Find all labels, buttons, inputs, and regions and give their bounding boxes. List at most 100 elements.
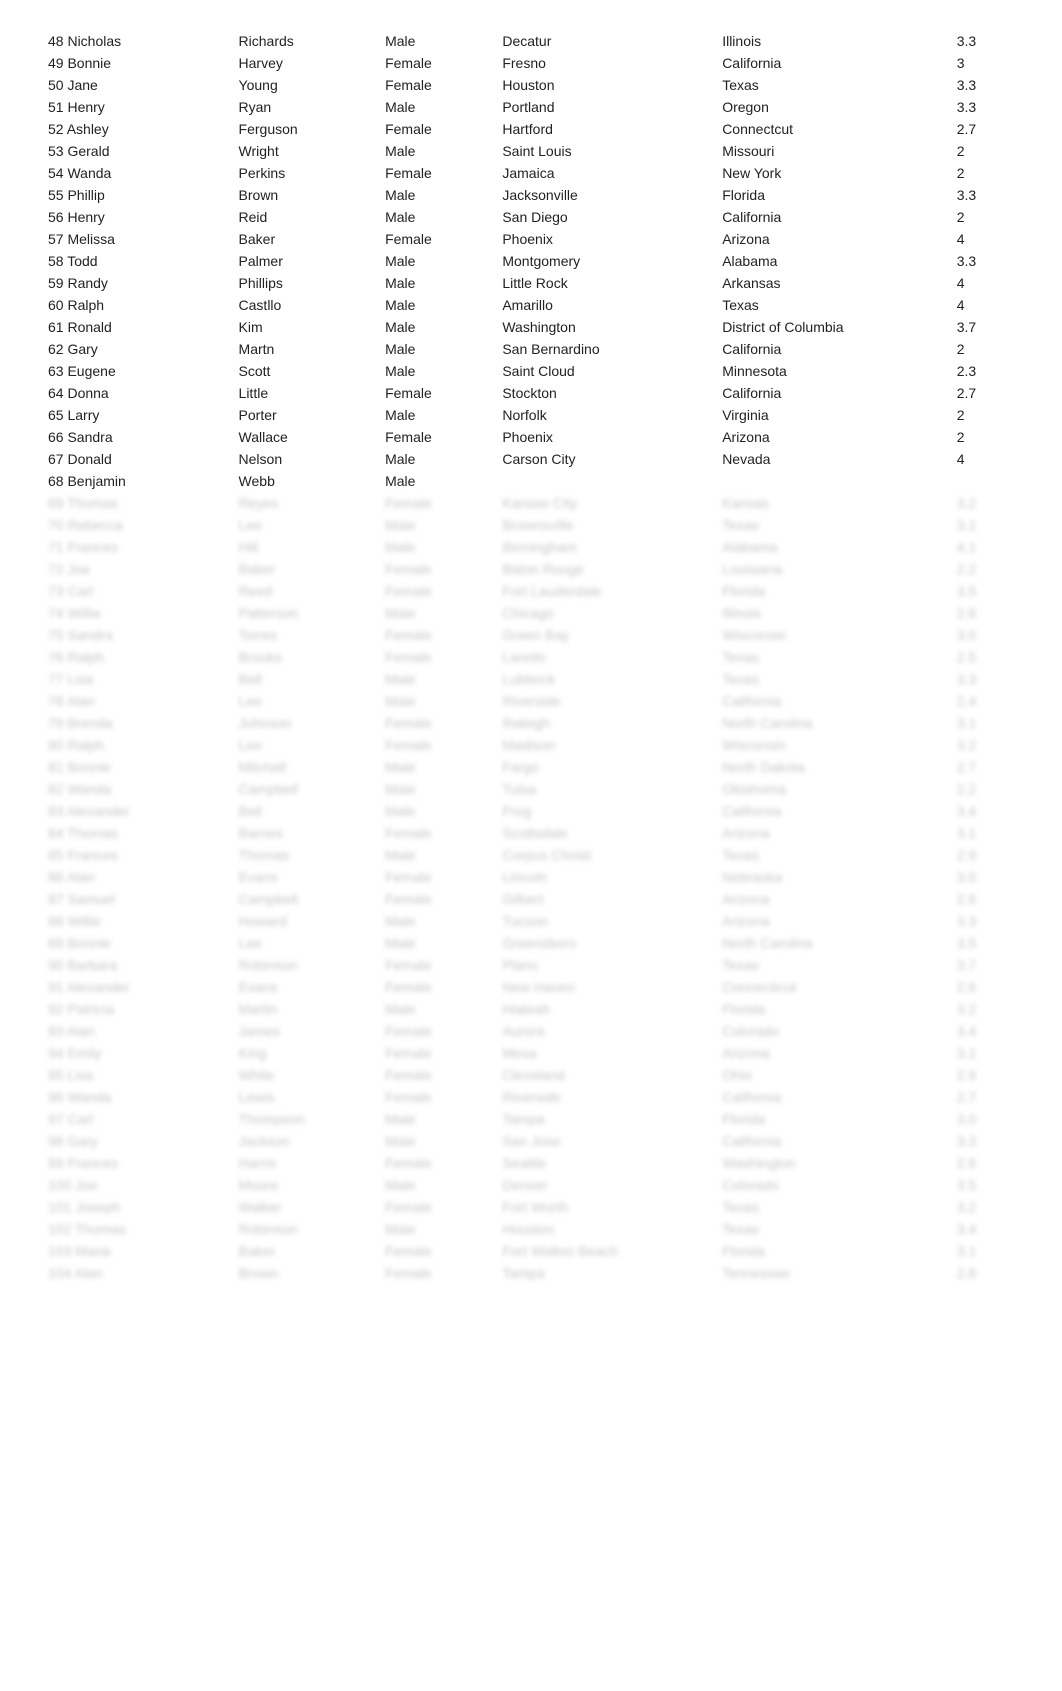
blurred-cell-25-0: 94 Emily bbox=[40, 1042, 231, 1064]
cell-16-4: California bbox=[714, 382, 949, 404]
blurred-cell-35-0: 104 Alan bbox=[40, 1262, 231, 1284]
blurred-cell-30-1: Harris bbox=[231, 1152, 378, 1174]
cell-7-3: Jacksonville bbox=[494, 184, 714, 206]
blurred-cell-14-2: Male bbox=[377, 800, 494, 822]
cell-11-2: Male bbox=[377, 272, 494, 294]
table-row-blurred: 93 AlanJamesFemaleAuroraColorado3.4 bbox=[40, 1020, 1022, 1042]
blurred-cell-32-3: Fort Worth bbox=[494, 1196, 714, 1218]
blurred-cell-18-0: 87 Samuel bbox=[40, 888, 231, 910]
table-row-blurred: 90 BarbaraRobinsonFemalePlanoTexas3.7 bbox=[40, 954, 1022, 976]
blurred-cell-18-5: 2.8 bbox=[949, 888, 1022, 910]
blurred-cell-10-2: Female bbox=[377, 712, 494, 734]
blurred-cell-14-1: Bell bbox=[231, 800, 378, 822]
blurred-cell-35-5: 2.8 bbox=[949, 1262, 1022, 1284]
cell-17-3: Norfolk bbox=[494, 404, 714, 426]
blurred-cell-21-5: 3.7 bbox=[949, 954, 1022, 976]
blurred-cell-8-2: Male bbox=[377, 668, 494, 690]
blurred-cell-16-4: Texas bbox=[714, 844, 949, 866]
blurred-cell-23-0: 92 Patricia bbox=[40, 998, 231, 1020]
blurred-cell-10-3: Raleigh bbox=[494, 712, 714, 734]
table-row: 66 SandraWallaceFemalePhoenixArizona2 bbox=[40, 426, 1022, 448]
blurred-cell-19-5: 3.3 bbox=[949, 910, 1022, 932]
blurred-cell-0-1: Reyes bbox=[231, 492, 378, 514]
blurred-cell-23-2: Male bbox=[377, 998, 494, 1020]
cell-14-4: California bbox=[714, 338, 949, 360]
cell-18-2: Female bbox=[377, 426, 494, 448]
blurred-cell-8-5: 3.3 bbox=[949, 668, 1022, 690]
cell-20-0: 68 Benjamin bbox=[40, 470, 231, 492]
blurred-cell-0-5: 3.2 bbox=[949, 492, 1022, 514]
table-row: 56 HenryReidMaleSan DiegoCalifornia2 bbox=[40, 206, 1022, 228]
blurred-cell-17-4: Nebraska bbox=[714, 866, 949, 888]
cell-6-4: New York bbox=[714, 162, 949, 184]
blurred-cell-7-0: 76 Ralph bbox=[40, 646, 231, 668]
table-row: 57 MelissaBakerFemalePhoenixArizona4 bbox=[40, 228, 1022, 250]
cell-5-0: 53 Gerald bbox=[40, 140, 231, 162]
blurred-cell-2-4: Alabama bbox=[714, 536, 949, 558]
table-row: 54 WandaPerkinsFemaleJamaicaNew York2 bbox=[40, 162, 1022, 184]
table-row-blurred: 82 WandaCampbellMaleTulsaOklahoma2.2 bbox=[40, 778, 1022, 800]
cell-18-3: Phoenix bbox=[494, 426, 714, 448]
blurred-cell-29-5: 3.3 bbox=[949, 1130, 1022, 1152]
cell-6-5: 2 bbox=[949, 162, 1022, 184]
cell-18-1: Wallace bbox=[231, 426, 378, 448]
blurred-cell-6-4: Wisconsin bbox=[714, 624, 949, 646]
cell-14-3: San Bernardino bbox=[494, 338, 714, 360]
cell-10-0: 58 Todd bbox=[40, 250, 231, 272]
cell-13-1: Kim bbox=[231, 316, 378, 338]
blurred-cell-3-2: Female bbox=[377, 558, 494, 580]
cell-4-3: Hartford bbox=[494, 118, 714, 140]
blurred-cell-28-2: Male bbox=[377, 1108, 494, 1130]
blurred-cell-6-3: Green Bay bbox=[494, 624, 714, 646]
table-row-blurred: 95 LisaWhiteFemaleClevelandOhio2.9 bbox=[40, 1064, 1022, 1086]
table-row: 67 DonaldNelsonMaleCarson CityNevada4 bbox=[40, 448, 1022, 470]
cell-13-2: Male bbox=[377, 316, 494, 338]
cell-8-4: California bbox=[714, 206, 949, 228]
blurred-cell-22-0: 91 Alexander bbox=[40, 976, 231, 998]
blurred-cell-24-4: Colorado bbox=[714, 1020, 949, 1042]
blurred-cell-17-3: Lincoln bbox=[494, 866, 714, 888]
blurred-cell-8-1: Bell bbox=[231, 668, 378, 690]
cell-19-3: Carson City bbox=[494, 448, 714, 470]
blurred-cell-32-4: Texas bbox=[714, 1196, 949, 1218]
cell-5-1: Wright bbox=[231, 140, 378, 162]
blurred-cell-3-1: Baker bbox=[231, 558, 378, 580]
blurred-cell-6-5: 3.0 bbox=[949, 624, 1022, 646]
table-row-blurred: 97 CarlThompsonMaleTampaFlorida3.0 bbox=[40, 1108, 1022, 1130]
cell-0-3: Decatur bbox=[494, 30, 714, 52]
cell-8-5: 2 bbox=[949, 206, 1022, 228]
table-row: 51 HenryRyanMalePortlandOregon3.3 bbox=[40, 96, 1022, 118]
cell-18-4: Arizona bbox=[714, 426, 949, 448]
blurred-cell-26-4: Ohio bbox=[714, 1064, 949, 1086]
cell-8-0: 56 Henry bbox=[40, 206, 231, 228]
cell-3-3: Portland bbox=[494, 96, 714, 118]
cell-2-4: Texas bbox=[714, 74, 949, 96]
blurred-cell-0-2: Female bbox=[377, 492, 494, 514]
table-row: 59 RandyPhillipsMaleLittle RockArkansas4 bbox=[40, 272, 1022, 294]
cell-8-3: San Diego bbox=[494, 206, 714, 228]
table-row-blurred: 77 LisaBellMaleLubbockTexas3.3 bbox=[40, 668, 1022, 690]
cell-14-1: Martn bbox=[231, 338, 378, 360]
blurred-cell-16-0: 85 Frances bbox=[40, 844, 231, 866]
cell-4-5: 2.7 bbox=[949, 118, 1022, 140]
blurred-cell-20-4: North Carolina bbox=[714, 932, 949, 954]
blurred-cell-4-0: 73 Carl bbox=[40, 580, 231, 602]
blurred-cell-28-4: Florida bbox=[714, 1108, 949, 1130]
cell-9-3: Phoenix bbox=[494, 228, 714, 250]
table-row-blurred: 70 RebeccaLeeMaleBrownsvilleTexas3.1 bbox=[40, 514, 1022, 536]
blurred-cell-9-5: 2.4 bbox=[949, 690, 1022, 712]
blurred-cell-1-4: Texas bbox=[714, 514, 949, 536]
blurred-cell-26-5: 2.9 bbox=[949, 1064, 1022, 1086]
table-row-blurred: 81 BonnieMitchellMaleFargoNorth Dakota2.… bbox=[40, 756, 1022, 778]
cell-4-2: Female bbox=[377, 118, 494, 140]
cell-10-1: Palmer bbox=[231, 250, 378, 272]
cell-1-4: California bbox=[714, 52, 949, 74]
blurred-cell-33-0: 102 Thomas bbox=[40, 1218, 231, 1240]
cell-5-5: 2 bbox=[949, 140, 1022, 162]
cell-13-5: 3.7 bbox=[949, 316, 1022, 338]
blurred-cell-1-1: Lee bbox=[231, 514, 378, 536]
table-row-blurred: 87 SamuelCampbellFemaleGilbertArizona2.8 bbox=[40, 888, 1022, 910]
cell-20-5 bbox=[949, 470, 1022, 492]
cell-3-4: Oregon bbox=[714, 96, 949, 118]
blurred-cell-18-2: Female bbox=[377, 888, 494, 910]
